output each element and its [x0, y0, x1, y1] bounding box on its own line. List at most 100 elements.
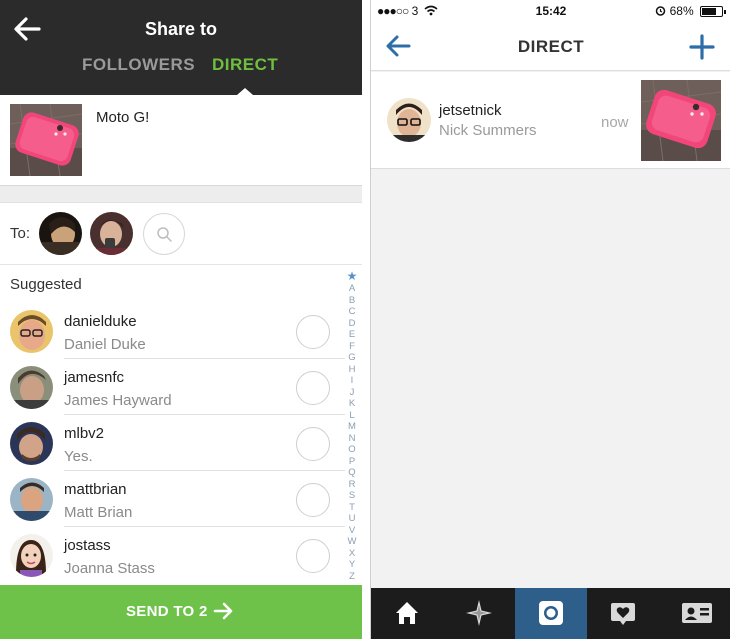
post-preview: Moto G!: [0, 95, 362, 185]
plus-icon[interactable]: [689, 34, 715, 60]
alphabet-index-letter[interactable]: U: [345, 513, 359, 525]
battery-percent: 68%: [669, 4, 694, 18]
bottom-tab-bar: [371, 588, 730, 639]
tab-direct[interactable]: DIRECT: [212, 55, 278, 75]
post-caption: Moto G!: [96, 109, 150, 126]
home-icon: [396, 602, 418, 624]
alphabet-index-letter[interactable]: N: [345, 433, 359, 445]
section-divider: [0, 185, 362, 203]
select-circle[interactable]: [296, 371, 330, 405]
share-panel: Share to FOLLOWERS DIRECT Moto G! To: Su…: [0, 0, 362, 639]
select-circle[interactable]: [296, 539, 330, 573]
share-tabs: FOLLOWERS DIRECT: [0, 55, 362, 79]
recipients-row: To:: [0, 203, 362, 265]
tab-home[interactable]: [371, 588, 443, 639]
avatar: [10, 422, 53, 465]
profile-icon: [682, 603, 712, 623]
direct-thread-row[interactable]: jetsetnick Nick Summers now: [371, 72, 730, 169]
camera-icon: [539, 601, 563, 625]
screenshot-root: Share to FOLLOWERS DIRECT Moto G! To: Su…: [0, 0, 730, 639]
shared-post-thumbnail: [641, 80, 721, 161]
alphabet-index-letter[interactable]: M: [345, 421, 359, 433]
alarm-clock-icon: [656, 6, 666, 16]
suggested-user-row[interactable]: danielduke Daniel Duke: [0, 303, 345, 359]
alphabet-index-letter[interactable]: T: [345, 502, 359, 514]
alphabet-index-letter[interactable]: K: [345, 398, 359, 410]
avatar: [10, 366, 53, 409]
add-recipient-search-button[interactable]: [143, 213, 185, 255]
alphabet-index-letter[interactable]: R: [345, 479, 359, 491]
tab-activity[interactable]: [587, 588, 659, 639]
alphabet-index-letter[interactable]: Q: [345, 467, 359, 479]
alphabet-index-favorites[interactable]: ★: [345, 270, 359, 283]
page-title: DIRECT: [517, 37, 585, 56]
selected-recipient-avatar[interactable]: [90, 212, 133, 255]
avatar: [387, 98, 431, 142]
full-name: Joanna Stass: [64, 560, 155, 577]
send-button-label: SEND TO 2: [126, 603, 208, 620]
active-tab-indicator: [237, 88, 253, 95]
battery-icon: [700, 6, 726, 17]
full-name: Daniel Duke: [64, 336, 146, 353]
tab-explore[interactable]: [443, 588, 515, 639]
alphabet-index-letter[interactable]: E: [345, 329, 359, 341]
avatar: [10, 534, 53, 577]
alphabet-index-letter[interactable]: C: [345, 306, 359, 318]
alphabet-index[interactable]: ★ A B C D E F G H I J K L M N O P Q R S …: [345, 270, 359, 582]
username: jetsetnick: [439, 102, 502, 119]
alphabet-index-letter[interactable]: A: [345, 283, 359, 295]
alphabet-index-letter[interactable]: O: [345, 444, 359, 456]
alphabet-index-letter[interactable]: J: [345, 387, 359, 399]
suggested-user-row[interactable]: mlbv2 Yes.: [0, 415, 345, 471]
alphabet-index-letter[interactable]: X: [345, 548, 359, 560]
full-name: Yes.: [64, 448, 93, 465]
send-button[interactable]: SEND TO 2: [0, 585, 362, 639]
full-name: James Hayward: [64, 392, 172, 409]
alphabet-index-letter[interactable]: I: [345, 375, 359, 387]
alphabet-index-letter[interactable]: P: [345, 456, 359, 468]
avatar: [10, 478, 53, 521]
alphabet-index-letter[interactable]: Z: [345, 571, 359, 583]
timestamp: now: [601, 114, 629, 131]
username: danielduke: [64, 313, 137, 330]
selected-recipient-avatar[interactable]: [39, 212, 82, 255]
alphabet-index-letter[interactable]: W: [345, 536, 359, 548]
explore-icon: [466, 600, 492, 626]
tab-camera[interactable]: [515, 588, 587, 639]
to-label: To:: [10, 225, 31, 242]
suggested-user-row[interactable]: mattbrian Matt Brian: [0, 471, 345, 527]
alphabet-index-letter[interactable]: F: [345, 341, 359, 353]
suggested-user-row[interactable]: jamesnfc James Hayward: [0, 359, 345, 415]
status-right: 68%: [655, 4, 726, 18]
post-thumbnail: [10, 104, 82, 176]
tab-followers[interactable]: FOLLOWERS: [82, 55, 195, 75]
alphabet-index-letter[interactable]: D: [345, 318, 359, 330]
alphabet-index-letter[interactable]: Y: [345, 559, 359, 571]
status-bar: ●●●○○ 3 15:42 68%: [371, 0, 730, 22]
direct-navbar: DIRECT: [371, 22, 730, 71]
activity-icon: [611, 603, 635, 625]
full-name: Matt Brian: [64, 504, 133, 521]
suggested-user-row[interactable]: jostass Joanna Stass: [0, 527, 345, 583]
suggested-heading: Suggested: [10, 276, 82, 293]
username: mattbrian: [64, 481, 127, 498]
full-name: Nick Summers: [439, 122, 537, 139]
alphabet-index-letter[interactable]: L: [345, 410, 359, 422]
share-header: Share to FOLLOWERS DIRECT: [0, 0, 362, 95]
share-title: Share to: [144, 19, 218, 39]
alphabet-index-letter[interactable]: H: [345, 364, 359, 376]
alphabet-index-letter[interactable]: V: [345, 525, 359, 537]
direct-panel: ●●●○○ 3 15:42 68% DIRECT jetsetnick Nick…: [370, 0, 730, 639]
arrow-right-icon: [213, 602, 233, 620]
alphabet-index-letter[interactable]: G: [345, 352, 359, 364]
select-circle[interactable]: [296, 483, 330, 517]
select-circle[interactable]: [296, 427, 330, 461]
select-circle[interactable]: [296, 315, 330, 349]
alphabet-index-letter[interactable]: S: [345, 490, 359, 502]
username: mlbv2: [64, 425, 105, 442]
search-icon: [157, 227, 172, 242]
username: jostass: [64, 537, 111, 554]
username: jamesnfc: [64, 369, 125, 386]
tab-profile[interactable]: [659, 588, 730, 639]
alphabet-index-letter[interactable]: B: [345, 295, 359, 307]
